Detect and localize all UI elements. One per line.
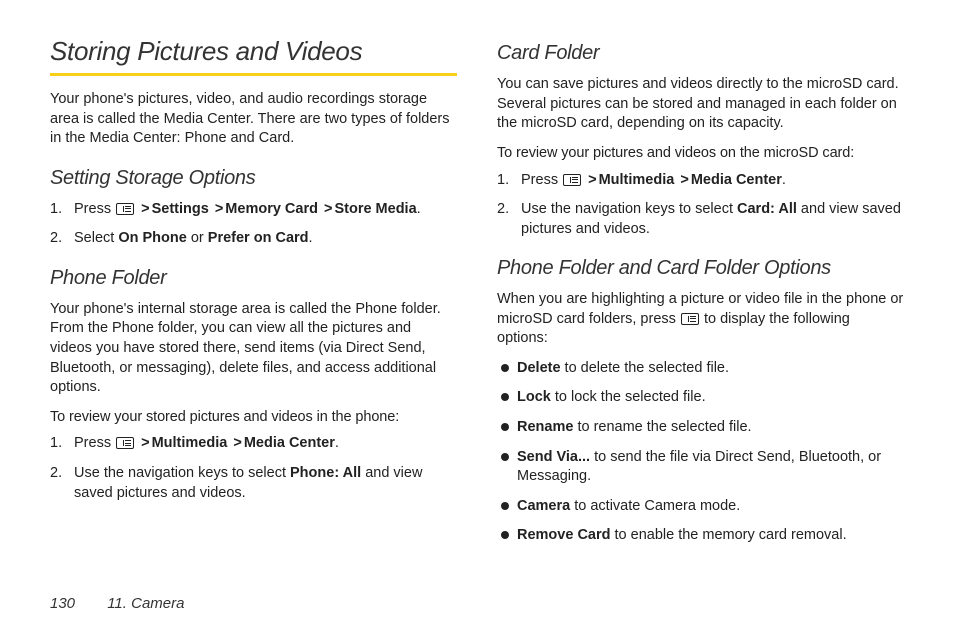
heading-phone-folder: Phone Folder <box>50 267 457 290</box>
option-label: Remove Card <box>517 527 610 543</box>
section-label: 11. Camera <box>107 595 184 612</box>
manual-page: Storing Pictures and Videos Your phone's… <box>0 0 954 636</box>
option-remove-card: Remove Card to enable the memory card re… <box>501 526 904 546</box>
intro-paragraph: Your phone's pictures, video, and audio … <box>50 90 457 149</box>
text: or <box>187 230 208 246</box>
option-label: Camera <box>517 498 570 514</box>
option-send-via: Send Via... to send the file via Direct … <box>501 448 904 487</box>
path-item: Multimedia <box>152 435 228 451</box>
option-label: Delete <box>517 360 561 376</box>
phone-review-step-1: Press >Multimedia >Media Center. <box>68 434 457 454</box>
text: Press <box>74 435 115 451</box>
phone-review-steps: Press >Multimedia >Media Center. Use the… <box>50 434 457 503</box>
path-item: Store Media <box>334 201 416 217</box>
card-review-steps: Press >Multimedia >Media Center. Use the… <box>497 171 904 240</box>
breadcrumb-sep: > <box>231 435 243 451</box>
option-on-phone: On Phone <box>118 230 186 246</box>
storage-step-2: Select On Phone or Prefer on Card. <box>68 229 457 249</box>
option-label: Rename <box>517 419 573 435</box>
option-label: Send Via... <box>517 449 590 465</box>
option-prefer-card: Prefer on Card <box>208 230 309 246</box>
card-folder-paragraph: You can save pictures and videos directl… <box>497 75 904 134</box>
path-item: Settings <box>152 201 209 217</box>
option-delete: Delete to delete the selected file. <box>501 359 904 379</box>
menu-icon <box>116 437 134 449</box>
option-text: to enable the memory card removal. <box>610 527 846 543</box>
option-text: to lock the selected file. <box>551 389 706 405</box>
card-review-step-2: Use the navigation keys to select Card: … <box>515 200 904 239</box>
options-list: Delete to delete the selected file. Lock… <box>497 359 904 546</box>
option-lock: Lock to lock the selected file. <box>501 388 904 408</box>
heading-setting-storage: Setting Storage Options <box>50 167 457 190</box>
option-text: to activate Camera mode. <box>570 498 740 514</box>
menu-icon <box>563 174 581 186</box>
path-item: Memory Card <box>225 201 318 217</box>
option-rename: Rename to rename the selected file. <box>501 418 904 438</box>
card-folder-lead: To review your pictures and videos on th… <box>497 144 904 163</box>
heading-card-folder: Card Folder <box>497 42 904 65</box>
phone-folder-lead: To review your stored pictures and video… <box>50 408 457 427</box>
text: Press <box>74 201 115 217</box>
breadcrumb-sep: > <box>139 201 151 217</box>
text: Press <box>521 172 562 188</box>
option-label: Lock <box>517 389 551 405</box>
heading-folder-options: Phone Folder and Card Folder Options <box>497 257 904 280</box>
path-item: Multimedia <box>599 172 675 188</box>
page-title: Storing Pictures and Videos <box>50 36 457 76</box>
page-footer: 130 11. Camera <box>50 595 184 612</box>
storage-step-1: Press >Settings >Memory Card >Store Medi… <box>68 200 457 220</box>
option-camera: Camera to activate Camera mode. <box>501 497 904 517</box>
page-number: 130 <box>50 595 75 612</box>
phone-review-step-2: Use the navigation keys to select Phone:… <box>68 464 457 503</box>
left-column: Storing Pictures and Videos Your phone's… <box>50 36 457 556</box>
menu-icon <box>116 203 134 215</box>
text: Use the navigation keys to select <box>521 201 737 217</box>
path-item: Media Center <box>691 172 782 188</box>
select-phone-all: Phone: All <box>290 465 361 481</box>
menu-icon <box>681 313 699 325</box>
breadcrumb-sep: > <box>678 172 690 188</box>
breadcrumb-sep: > <box>213 201 225 217</box>
storage-steps: Press >Settings >Memory Card >Store Medi… <box>50 200 457 249</box>
option-text: to rename the selected file. <box>573 419 751 435</box>
select-card-all: Card: All <box>737 201 797 217</box>
option-text: to delete the selected file. <box>561 360 729 376</box>
breadcrumb-sep: > <box>139 435 151 451</box>
right-column: Card Folder You can save pictures and vi… <box>497 36 904 556</box>
breadcrumb-sep: > <box>322 201 334 217</box>
phone-folder-paragraph: Your phone's internal storage area is ca… <box>50 300 457 398</box>
card-review-step-1: Press >Multimedia >Media Center. <box>515 171 904 191</box>
breadcrumb-sep: > <box>586 172 598 188</box>
path-item: Media Center <box>244 435 335 451</box>
options-intro: When you are highlighting a picture or v… <box>497 290 904 349</box>
two-column-layout: Storing Pictures and Videos Your phone's… <box>50 36 904 556</box>
text: Select <box>74 230 118 246</box>
text: Use the navigation keys to select <box>74 465 290 481</box>
